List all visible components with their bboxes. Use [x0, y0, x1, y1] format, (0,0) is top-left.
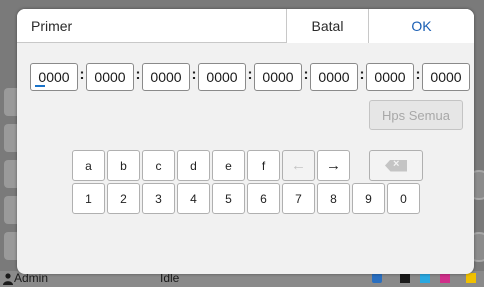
address-field-3[interactable]: 0000: [142, 63, 190, 91]
address-field-2[interactable]: 0000: [86, 63, 134, 91]
key-c[interactable]: c: [142, 150, 175, 181]
ink-black-icon: [400, 273, 410, 283]
address-field-5[interactable]: 0000: [254, 63, 302, 91]
ink-magenta-icon: [440, 273, 450, 283]
clear-all-button[interactable]: Hps Semua: [369, 100, 463, 130]
key-9[interactable]: 9: [352, 183, 385, 214]
key-0[interactable]: 0: [387, 183, 420, 214]
field-separator: :: [415, 66, 421, 83]
key-d[interactable]: d: [177, 150, 210, 181]
address-field-8[interactable]: 0000: [422, 63, 470, 91]
field-separator: :: [191, 66, 197, 83]
field-separator: :: [359, 66, 365, 83]
key-b[interactable]: b: [107, 150, 140, 181]
ip-address-dialog: Primer Batal OK 0000 : 0000 : 0000 : 000…: [17, 9, 474, 274]
key-6[interactable]: 6: [247, 183, 280, 214]
cancel-button[interactable]: Batal: [286, 9, 368, 43]
field-separator: :: [135, 66, 141, 83]
cursor-right-key[interactable]: →: [317, 150, 350, 181]
key-e[interactable]: e: [212, 150, 245, 181]
ink-cyan-icon: [420, 273, 430, 283]
ink-yellow-icon: [466, 273, 476, 283]
backspace-key[interactable]: ×: [369, 150, 423, 181]
address-field-1[interactable]: 0000: [30, 63, 78, 91]
address-field-6[interactable]: 0000: [310, 63, 358, 91]
key-2[interactable]: 2: [107, 183, 140, 214]
key-a[interactable]: a: [72, 150, 105, 181]
ok-button[interactable]: OK: [368, 9, 474, 43]
field-separator: :: [303, 66, 309, 83]
dialog-title: Primer: [31, 18, 73, 34]
address-field-7[interactable]: 0000: [366, 63, 414, 91]
key-8[interactable]: 8: [317, 183, 350, 214]
field-separator: :: [247, 66, 253, 83]
backspace-icon: ×: [385, 159, 407, 172]
arrow-left-icon: ←: [291, 157, 306, 174]
key-7[interactable]: 7: [282, 183, 315, 214]
dialog-header: Primer Batal OK: [17, 9, 474, 43]
address-field-4[interactable]: 0000: [198, 63, 246, 91]
key-1[interactable]: 1: [72, 183, 105, 214]
key-4[interactable]: 4: [177, 183, 210, 214]
key-5[interactable]: 5: [212, 183, 245, 214]
user-icon: [3, 273, 13, 285]
key-3[interactable]: 3: [142, 183, 175, 214]
cursor-left-key[interactable]: ←: [282, 150, 315, 181]
network-icon: [372, 273, 382, 283]
field-separator: :: [79, 66, 85, 83]
key-f[interactable]: f: [247, 150, 280, 181]
arrow-right-icon: →: [326, 157, 341, 174]
